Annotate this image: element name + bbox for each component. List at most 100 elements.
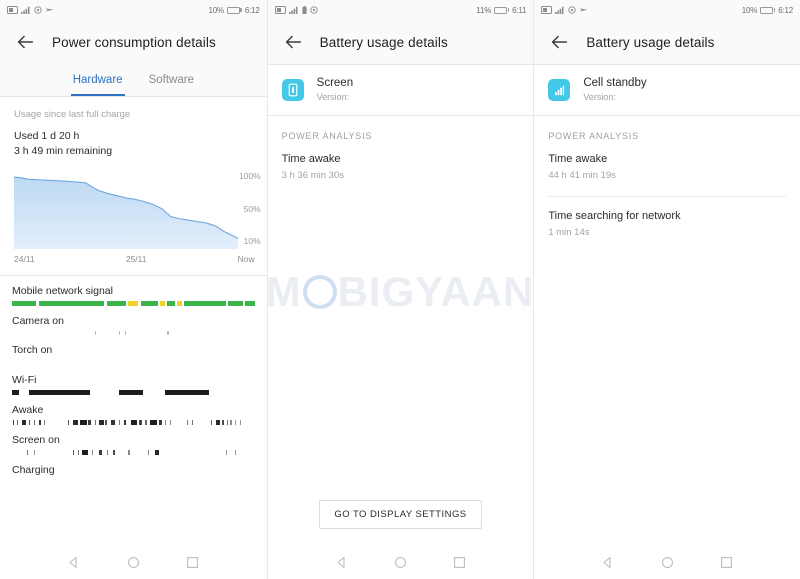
timeline-row: Charging (12, 455, 255, 485)
panel-battery-usage-details-cell-standby: 10% 6:12 Battery usage details Cell stan… (533, 0, 800, 579)
nav-back-icon[interactable] (66, 555, 81, 570)
nav-recents-icon[interactable] (185, 555, 200, 570)
page-title: Battery usage details (319, 34, 448, 50)
battery-percent-label: 10% (741, 5, 758, 15)
clock-label: 6:11 (512, 5, 527, 15)
tab-hardware[interactable]: Hardware (70, 64, 125, 96)
analysis-item-title: Time searching for network (548, 210, 681, 222)
usage-since-label: Usage since last full charge (14, 109, 131, 120)
arrow-back-icon[interactable] (548, 31, 570, 53)
app-name-label: Cell standby (583, 77, 647, 89)
timeline-row: Awake (12, 395, 255, 425)
signal-bars-icon (548, 79, 571, 101)
navigation-bar (534, 545, 800, 579)
screen-icon (281, 79, 304, 101)
chart-y-label-10: 10% (243, 236, 261, 246)
timeline-row: Torch on (12, 335, 255, 365)
app-version-label: Version: (316, 92, 350, 102)
screenshot-root: 10% 6:12 Power consumption details Hardw… (0, 0, 800, 579)
app-header-row[interactable]: Cell standby Version: (534, 65, 800, 115)
chart-y-label-50: 50% (243, 204, 261, 214)
status-bar-right: 10% 6:12 (208, 6, 259, 15)
analysis-item-value: 3 h 36 min 30s (281, 170, 344, 181)
status-bar-right: 11% 6:11 (476, 6, 526, 15)
alarm-icon (568, 6, 576, 14)
status-bar-left-icons (541, 6, 588, 14)
tab-bar: Hardware Software (0, 64, 267, 96)
navigation-bar (0, 545, 267, 579)
timeline-label-mobile-network-signal: Mobile network signal (12, 285, 113, 297)
panel-power-consumption-details: 10% 6:12 Power consumption details Hardw… (0, 0, 267, 579)
status-bar-left-icons (7, 6, 54, 14)
analysis-item-separator (548, 196, 786, 197)
nav-back-icon[interactable] (600, 555, 615, 570)
app-name-label: Screen (316, 77, 354, 89)
section-title-power-analysis: POWER ANALYSIS (548, 131, 639, 141)
go-to-display-settings-button[interactable]: GO TO DISPLAY SETTINGS (319, 500, 482, 529)
battery-icon (494, 6, 510, 14)
timeline-row: Mobile network signal (12, 276, 255, 306)
nav-home-icon[interactable] (393, 555, 408, 570)
timeline-label-awake: Awake (12, 404, 44, 416)
nav-recents-icon[interactable] (719, 555, 734, 570)
timeline-row: Screen on (12, 425, 255, 455)
app-header-text: Screen Version: (317, 76, 353, 104)
usage-used-label: Used 1 d 20 h (14, 130, 80, 142)
signal-bars-icon (555, 6, 564, 14)
signal-bars-icon (288, 6, 298, 14)
chart-x-axis: 24/11 25/11 Now (0, 253, 267, 264)
usage-remaining-label: 3 h 49 min remaining (14, 145, 113, 157)
timeline-track-camera-on (12, 331, 255, 335)
timeline-track-awake (12, 420, 255, 425)
analysis-item-title: Time awake (281, 153, 341, 165)
app-bar: Battery usage details (534, 20, 800, 64)
display-settings-button-wrap: GO TO DISPLAY SETTINGS (268, 500, 534, 545)
analysis-item: Time searching for network 1 min 14s (534, 209, 800, 253)
page-title: Power consumption details (52, 34, 216, 50)
nav-back-icon[interactable] (334, 555, 349, 570)
nav-home-icon[interactable] (126, 555, 141, 570)
app-version-label: Version: (583, 92, 616, 102)
status-bar-left-icons (274, 6, 318, 14)
app-header-text: Cell standby Version: (583, 76, 646, 104)
analysis-item-value: 44 h 41 min 19s (548, 170, 616, 181)
page-title: Battery usage details (586, 34, 715, 50)
battery-icon (226, 6, 242, 14)
navigation-bar (267, 545, 534, 579)
arrow-back-icon[interactable] (282, 31, 304, 53)
status-bar: 10% 6:12 (534, 0, 800, 20)
status-bar-right: 10% 6:12 (742, 6, 793, 15)
status-bar: 11% 6:11 (267, 0, 534, 20)
tab-software[interactable]: Software (147, 64, 196, 96)
alarm-icon (310, 6, 318, 14)
sim-card-icon (541, 6, 553, 14)
battery-chart-svg (13, 176, 239, 249)
chart-x-label-start: 24/11 (14, 254, 35, 264)
chart-x-label-now: Now (237, 254, 255, 264)
signal-bars-icon (21, 6, 30, 14)
app-bar: Power consumption details (0, 20, 267, 64)
battery-percent-label: 11% (476, 5, 492, 15)
arrow-back-icon[interactable] (14, 31, 36, 53)
timeline-track-mobile-network-signal (12, 301, 255, 306)
timeline-label-wifi: Wi-Fi (12, 374, 37, 386)
app-header-row[interactable]: Screen Version: (267, 65, 534, 115)
nav-home-icon[interactable] (660, 555, 675, 570)
timeline-label-torch-on: Torch on (12, 344, 53, 356)
timeline-track-wifi (12, 390, 255, 395)
timeline-label-charging: Charging (12, 464, 55, 476)
alarm-icon (34, 6, 42, 14)
analysis-item-value: 1 min 14s (548, 227, 590, 238)
nav-recents-icon[interactable] (452, 555, 467, 570)
analysis-item-title: Time awake (548, 153, 608, 165)
timeline-track-charging (12, 480, 255, 485)
timeline-track-torch-on (12, 360, 255, 365)
airplane-icon (45, 8, 54, 12)
battery-level-chart: 100% 50% 10% 24/11 25/11 Now (0, 165, 267, 265)
sim-card-icon (7, 6, 18, 14)
timeline-track-screen-on (12, 450, 255, 455)
panel-battery-usage-details-screen: 11% 6:11 Battery usage details Screen Ve… (266, 0, 534, 579)
timeline-list: Mobile network signal Camera on Torch on… (0, 276, 267, 485)
chart-y-label-100: 100% (238, 171, 261, 181)
analysis-item: Time awake 44 h 41 min 19s (534, 152, 800, 196)
